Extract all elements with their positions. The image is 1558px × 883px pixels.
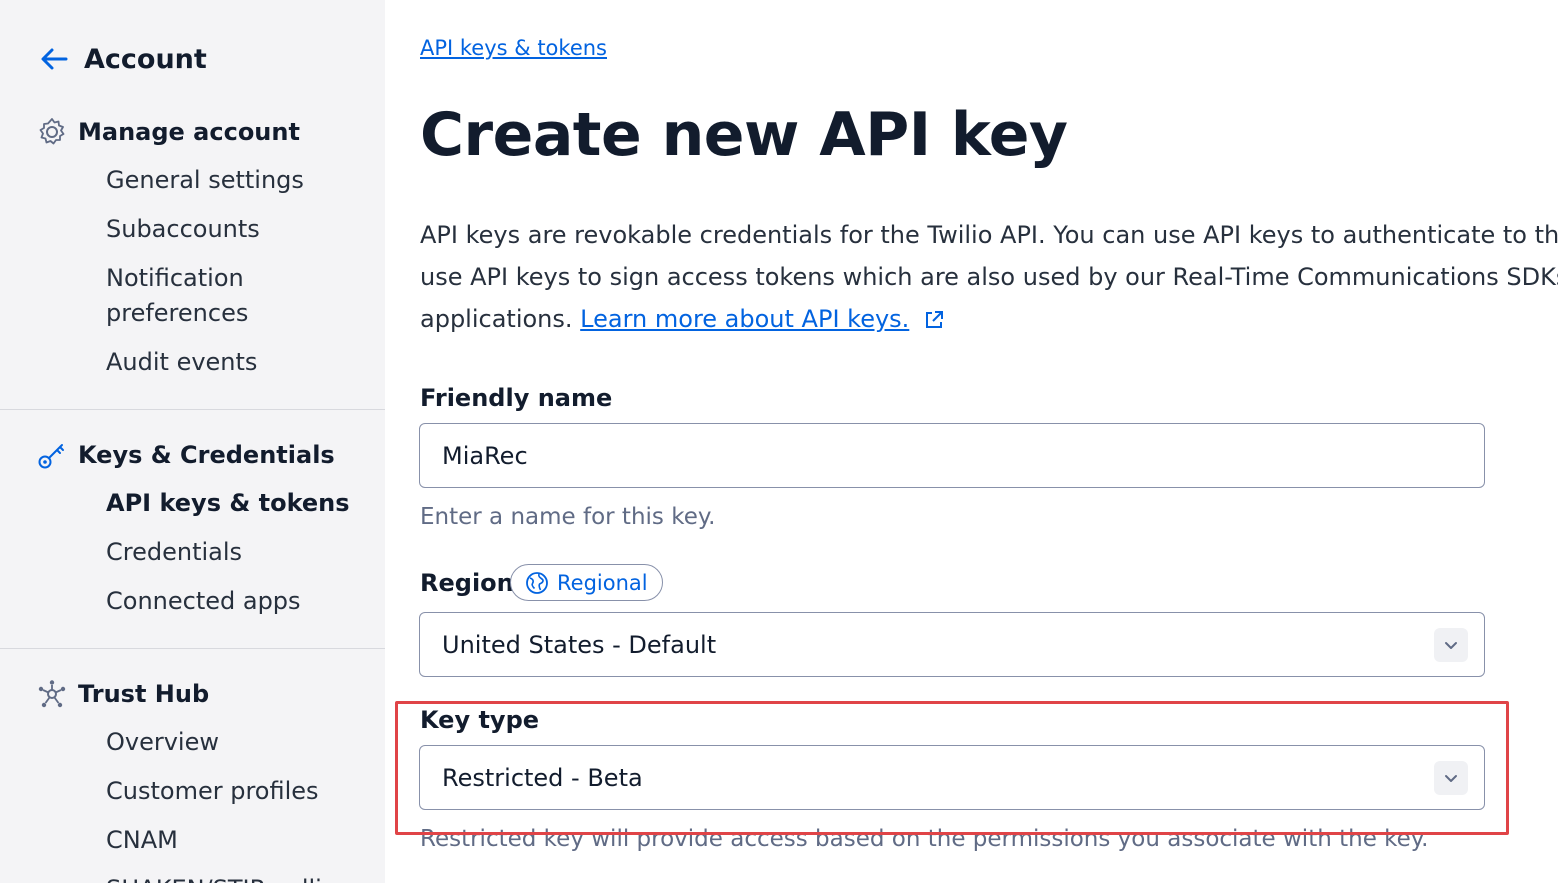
friendly-name-value: MiaRec — [442, 441, 528, 470]
key-type-help: Restricted key will provide access based… — [420, 826, 1429, 852]
globe-icon — [526, 571, 548, 594]
back-label: Account — [84, 43, 207, 75]
nav-item-cnam[interactable]: CNAM — [106, 823, 366, 858]
gear-icon — [36, 116, 68, 148]
external-link-icon — [925, 311, 943, 328]
description-line: use API keys to sign access tokens which… — [420, 263, 1558, 291]
section-keys-credentials: Keys & Credentials — [36, 435, 335, 475]
section-title-label: Keys & Credentials — [78, 441, 335, 469]
nav-item-notification-preferences[interactable]: Notification preferences — [106, 261, 366, 331]
section-manage-account: Manage account — [36, 112, 300, 152]
region-label: Region — [420, 569, 514, 597]
nav-item-credentials[interactable]: Credentials — [106, 535, 366, 570]
key-type-label: Key type — [420, 706, 540, 734]
regional-badge-label: Regional — [557, 570, 648, 595]
nav-item-overview[interactable]: Overview — [106, 725, 366, 760]
description-line-last: applications. Learn more about API keys. — [420, 298, 1558, 340]
section-trust-hub: Trust Hub — [36, 674, 209, 714]
section-title-label: Manage account — [78, 118, 300, 146]
section-title-label: Trust Hub — [78, 680, 210, 708]
sidebar-divider — [0, 648, 385, 649]
learn-more-link[interactable]: Learn more about API keys. — [580, 305, 909, 333]
chevron-down-icon — [1434, 760, 1468, 795]
region-select[interactable]: United States - Default — [419, 612, 1485, 677]
nav-item-shaken-stir[interactable]: SHAKEN/STIR calling — [106, 872, 366, 883]
arrow-left-icon — [41, 48, 68, 70]
sidebar-divider — [0, 409, 385, 410]
friendly-name-input[interactable]: MiaRec — [419, 423, 1485, 488]
nav-item-connected-apps[interactable]: Connected apps — [106, 584, 366, 619]
region-select-value: United States - Default — [442, 630, 717, 659]
friendly-name-help: Enter a name for this key. — [420, 504, 716, 530]
main-content: API keys & tokens Create new API key API… — [385, 0, 1558, 883]
key-icon — [36, 439, 68, 471]
regional-badge: Regional — [510, 564, 663, 601]
description-line: API keys are revokable credentials for t… — [420, 221, 1558, 249]
chevron-down-icon — [1434, 627, 1468, 662]
nav-item-general-settings[interactable]: General settings — [106, 163, 366, 198]
nav-item-audit-events[interactable]: Audit events — [106, 345, 366, 380]
nav-item-api-keys-tokens[interactable]: API keys & tokens — [106, 486, 366, 521]
friendly-name-label: Friendly name — [420, 384, 613, 412]
back-to-account-button[interactable]: Account — [38, 38, 207, 80]
hub-icon — [36, 678, 68, 710]
key-type-select-value: Restricted - Beta — [442, 763, 643, 792]
breadcrumb-api-keys-tokens[interactable]: API keys & tokens — [420, 36, 607, 60]
page-title: Create new API key — [420, 100, 1068, 170]
nav-item-customer-profiles[interactable]: Customer profiles — [106, 774, 366, 809]
page-description: API keys are revokable credentials for t… — [420, 214, 1558, 340]
nav-item-subaccounts[interactable]: Subaccounts — [106, 212, 366, 247]
key-type-select[interactable]: Restricted - Beta — [419, 745, 1485, 810]
description-text: applications. — [420, 305, 573, 333]
sidebar: Account Manage account General settings … — [0, 0, 385, 883]
